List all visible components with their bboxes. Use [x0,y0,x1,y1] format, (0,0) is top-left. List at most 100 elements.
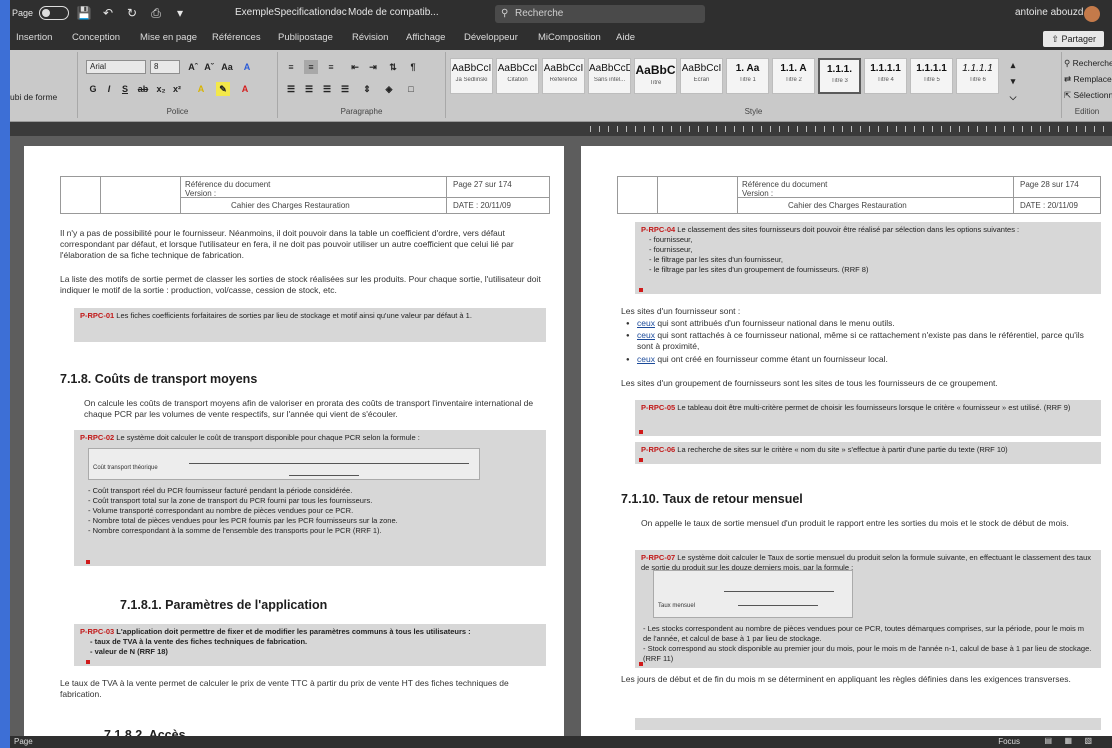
font-color-icon[interactable]: A [238,82,252,96]
print-layout-icon[interactable]: ▦ [1064,736,1072,745]
style-item[interactable]: 1.1.1.1 Titre 6 [956,58,999,94]
requirement-marker [639,458,643,462]
tab-insertion[interactable]: Insertion [16,32,52,43]
compatibility-mode-label[interactable]: Mode de compatib... [348,7,439,18]
page-left[interactable]: Référence du document Version : Cahier d… [24,146,564,746]
style-item[interactable]: 1.1.1.1 Titre 5 [910,58,953,94]
page-right[interactable]: Référence du document Version : Cahier d… [581,146,1112,746]
header-page-number: Page 27 sur 174 [453,180,512,189]
select-button[interactable]: ⇱ Sélectionner [1064,90,1112,101]
style-item[interactable]: 1.1.1.1 Titre 4 [864,58,907,94]
requirement-block: P-RPC-06 La recherche de sites sur le cr… [635,442,1101,464]
body-paragraph: On appelle le taux de sortie mensuel d'u… [641,518,1069,528]
tab-affichage[interactable]: Affichage [406,32,445,43]
subscript-icon[interactable]: x₂ [154,82,168,96]
justify-icon[interactable]: ☰ [338,82,352,96]
superscript-icon[interactable]: x² [170,82,184,96]
tab-aide[interactable]: Aide [616,32,635,43]
font-group-label: Police [166,107,189,116]
link[interactable]: ceux [637,318,655,328]
styles-scroll-up-icon[interactable]: ▴ [1006,58,1020,72]
strikethrough-icon[interactable]: ab [136,82,150,96]
link[interactable]: ceux [637,354,655,364]
tab-mise-en-page[interactable]: Mise en page [140,32,197,43]
requirement-line: - taux de TVA à la vente des fiches tech… [90,637,308,646]
requirement-block: P-RPC-05 Le tableau doit être multi-crit… [635,400,1101,436]
underline-icon[interactable]: S [118,82,132,96]
focus-mode-label[interactable]: Focus [998,737,1020,746]
status-page-label[interactable]: Page [14,737,33,746]
word-window: Page 💾 ↶ ↻ ⎙ ▾ ExempleSpecificationdoc -… [10,0,1112,748]
line-spacing-icon[interactable]: ⇕ [360,82,374,96]
multilevel-list-icon[interactable]: ≡ [324,60,338,74]
ribbon-tabs: Insertion Conception Mise en page Référe… [10,28,1112,50]
web-layout-icon[interactable]: ▧ [1084,736,1092,745]
document-area[interactable]: Référence du document Version : Cahier d… [10,136,1112,746]
requirement-marker [86,660,90,664]
link[interactable]: ceux [637,330,655,340]
style-item[interactable]: AaBbCcI Référence [542,58,585,94]
decrease-indent-icon[interactable]: ⇤ [348,60,362,74]
style-item[interactable]: 1.1. A Titre 2 [772,58,815,94]
font-size-select[interactable]: 8 [150,60,180,74]
requirement-text: L'application doit permettre de fixer et… [116,627,471,636]
format-painter-label[interactable]: ubi de forme [10,92,57,102]
shrink-font-icon[interactable]: Aˇ [202,60,216,74]
align-center-icon[interactable]: ☰ [302,82,316,96]
share-button[interactable]: ⇧ Partager [1043,31,1104,47]
tab-conception[interactable]: Conception [72,32,120,43]
save-icon[interactable]: 💾 [75,4,93,22]
style-item[interactable]: 1. Aa Titre 1 [726,58,769,94]
increase-indent-icon[interactable]: ⇥ [366,60,380,74]
bullets-icon[interactable]: ≡ [284,60,298,74]
styles-scroll-down-icon[interactable]: ▾ [1006,74,1020,88]
italic-icon[interactable]: I [102,82,116,96]
editing-group-label: Edition [1074,107,1100,116]
align-right-icon[interactable]: ☰ [320,82,334,96]
shading-icon[interactable]: ◈ [382,82,396,96]
customize-qat-icon[interactable]: ▾ [171,4,189,22]
redo-icon[interactable]: ↻ [123,4,141,22]
highlight-icon[interactable]: ✎ [216,82,230,96]
font-group: Arial 8 Aˆ Aˇ Aa A G I S ab x₂ x² A ✎ A … [78,52,278,118]
style-item[interactable]: AaBbC Titre [634,58,677,94]
style-item-selected[interactable]: 1.1.1. Titre 3 [818,58,861,94]
show-marks-icon[interactable]: ¶ [406,60,420,74]
autosave-toggle[interactable] [39,6,70,20]
style-item[interactable]: AaBbCcI Citation [496,58,539,94]
tab-developpeur[interactable]: Développeur [464,32,518,43]
style-item[interactable]: AaBbCcI Ecran [680,58,723,94]
read-mode-icon[interactable]: ▤ [1044,736,1052,745]
requirement-line: - Stock correspond au stock disponible a… [643,644,1092,663]
find-button[interactable]: ⚲ Rechercher [1064,58,1112,69]
text-effects-icon[interactable]: A [194,82,208,96]
sort-icon[interactable]: ⇅ [386,60,400,74]
tab-references[interactable]: Références [212,32,261,43]
user-name[interactable]: antoine abouzd [1015,7,1083,18]
requirement-line: - Les stocks correspondent au nombre de … [643,624,1085,643]
tab-micomposition[interactable]: MiComposition [538,32,601,43]
requirement-marker [86,560,90,564]
grow-font-icon[interactable]: Aˆ [186,60,200,74]
font-name-select[interactable]: Arial [86,60,146,74]
styles-more-icon[interactable]: ⌵ [1006,90,1020,104]
section-heading: 7.1.10. Taux de retour mensuel [621,492,803,506]
style-item[interactable]: AaBbCcD Sans intel... [588,58,631,94]
change-case-icon[interactable]: Aa [220,60,234,74]
numbering-icon[interactable]: ≡ [304,60,318,74]
style-item[interactable]: AaBbCcI Ja Sedlinski [450,58,493,94]
borders-icon[interactable]: □ [404,82,418,96]
print-preview-icon[interactable]: ⎙ [147,4,165,22]
requirement-marker [639,430,643,434]
avatar[interactable] [1084,6,1100,22]
clear-formatting-icon[interactable]: A [240,60,254,74]
replace-button[interactable]: ⇄ Remplacer [1064,74,1112,85]
requirement-id: P-RPC-05 [641,403,676,412]
align-left-icon[interactable]: ☰ [284,82,298,96]
tab-revision[interactable]: Révision [352,32,388,43]
search-box[interactable]: ⚲ Recherche [495,5,705,23]
horizontal-ruler[interactable] [10,122,1112,136]
bold-icon[interactable]: G [86,82,100,96]
tab-publipostage[interactable]: Publipostage [278,32,333,43]
undo-icon[interactable]: ↶ [99,4,117,22]
